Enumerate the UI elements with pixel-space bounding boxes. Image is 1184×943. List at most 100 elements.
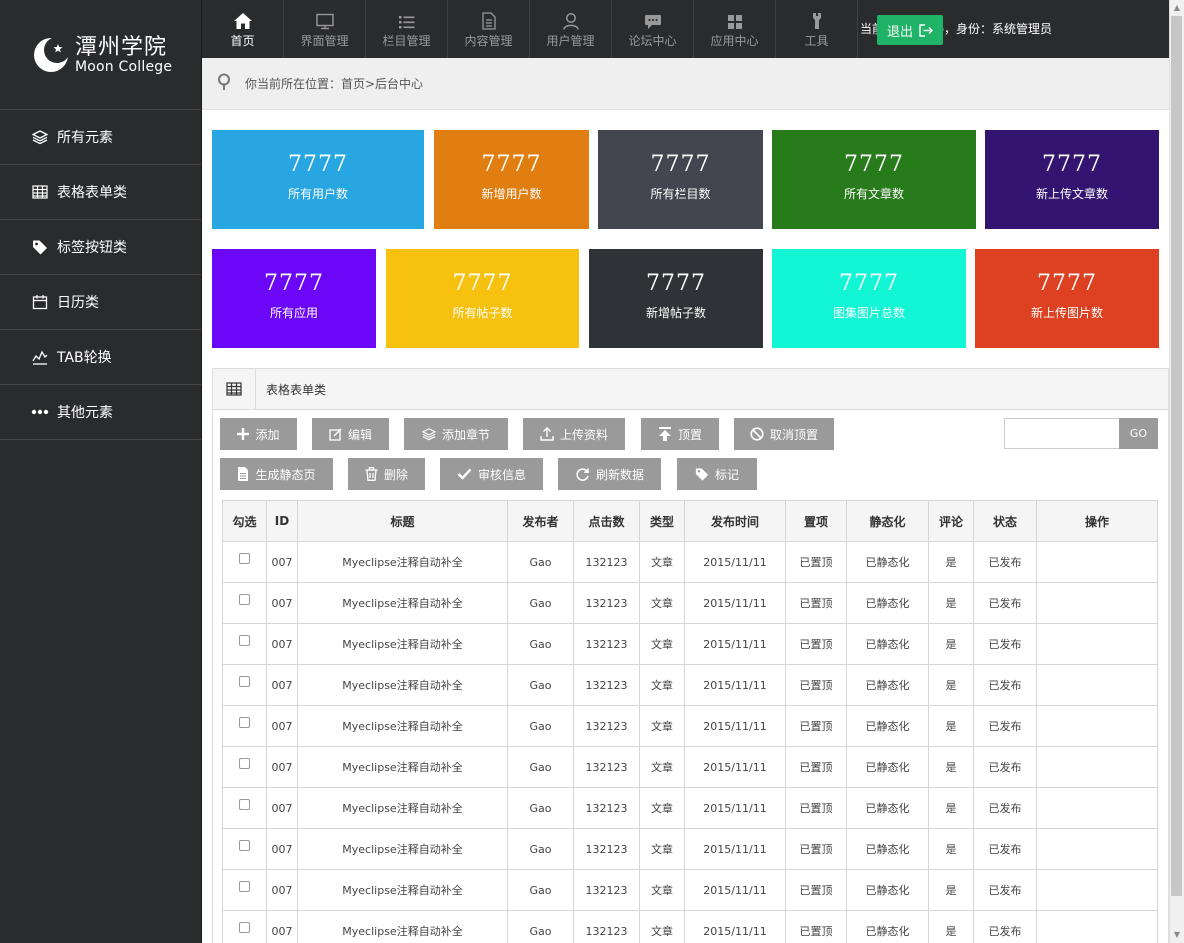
nav-tools[interactable]: 工具 <box>776 0 858 58</box>
row-checkbox[interactable] <box>239 553 250 564</box>
sidebar-item-tables-forms[interactable]: 表格表单类 <box>0 165 201 220</box>
row-checkbox[interactable] <box>239 676 250 687</box>
select-cell[interactable] <box>222 787 267 829</box>
row-checkbox[interactable] <box>239 799 250 810</box>
stat-tile[interactable]: 7777 所有应用 <box>212 249 376 348</box>
actions-cell[interactable] <box>1036 746 1158 788</box>
stat-tile[interactable]: 7777 新上传图片数 <box>975 249 1159 348</box>
select-cell[interactable] <box>222 541 267 583</box>
select-cell[interactable] <box>222 746 267 788</box>
stat-tile[interactable]: 7777 所有文章数 <box>772 130 976 229</box>
stat-tile[interactable]: 7777 所有用户数 <box>212 130 424 229</box>
stat-tile[interactable]: 7777 所有帖子数 <box>386 249 579 348</box>
edit-button[interactable]: 编辑 <box>312 418 389 450</box>
pin-top-button[interactable]: 顶置 <box>641 418 719 450</box>
table-cell: Gao <box>507 582 574 624</box>
add-button[interactable]: 添加 <box>220 418 297 450</box>
logout-button[interactable]: 退出 <box>877 15 943 45</box>
stat-tile[interactable]: 7777 所有栏目数 <box>598 130 763 229</box>
home-icon <box>233 10 253 30</box>
select-cell[interactable] <box>222 869 267 911</box>
actions-cell[interactable] <box>1036 582 1158 624</box>
table-cell: 是 <box>928 828 974 870</box>
sidebar-item-calendar[interactable]: 日历类 <box>0 275 201 330</box>
delete-button[interactable]: 删除 <box>348 458 425 490</box>
actions-cell[interactable] <box>1036 787 1158 829</box>
table-row: 007 Myeclipse注释自动补全 Gao 132123 文章 2015/11/11 已… <box>222 664 1158 706</box>
mark-button[interactable]: 标记 <box>677 458 757 490</box>
select-cell[interactable] <box>222 664 267 706</box>
table-cell: 是 <box>928 910 974 943</box>
table-cell: 已置顶 <box>785 828 847 870</box>
table-cell: 已静态化 <box>846 746 929 788</box>
table-cell: 已置顶 <box>785 910 847 943</box>
generate-static-button[interactable]: 生成静态页 <box>220 458 333 490</box>
go-button[interactable]: GO <box>1119 418 1158 449</box>
nav-home[interactable]: 首页 <box>202 0 284 58</box>
row-checkbox[interactable] <box>239 922 250 933</box>
select-cell[interactable] <box>222 828 267 870</box>
sidebar-item-tags-buttons[interactable]: 标签按钮类 <box>0 220 201 275</box>
stat-label: 所有用户数 <box>287 187 348 201</box>
stat-tile[interactable]: 7777 新增帖子数 <box>589 249 763 348</box>
nav-forum-center[interactable]: 论坛中心 <box>612 0 694 58</box>
scroll-down-arrow-icon[interactable]: ▼ <box>1172 930 1182 940</box>
select-cell[interactable] <box>222 705 267 747</box>
stat-tile[interactable]: 7777 新上传文章数 <box>985 130 1159 229</box>
actions-cell[interactable] <box>1036 705 1158 747</box>
stat-value: 7777 <box>1037 271 1097 296</box>
breadcrumb-text: 你当前所在位置：首页>后台中心 <box>245 77 424 91</box>
table-header-row: 勾选 ID 标题 发布者 点击数 类型 发布时间 置项 静态化 评论 状态 操作 <box>222 500 1158 542</box>
more-icon <box>31 403 49 421</box>
sidebar-item-label: 其他元素 <box>57 405 113 421</box>
review-button[interactable]: 审核信息 <box>440 458 543 490</box>
wrench-icon <box>809 10 825 30</box>
table-cell: 已置顶 <box>785 664 847 706</box>
nav-ui-management[interactable]: 界面管理 <box>284 0 366 58</box>
sidebar-item-all-elements[interactable]: 所有元素 <box>0 110 201 165</box>
table-cell: Myeclipse注释自动补全 <box>297 869 508 911</box>
select-cell[interactable] <box>222 910 267 943</box>
scrollbar-thumb[interactable] <box>1171 16 1182 896</box>
table-cell: 已发布 <box>973 623 1037 665</box>
search-input[interactable] <box>1004 418 1120 449</box>
actions-cell[interactable] <box>1036 623 1158 665</box>
sidebar-item-tab-rotation[interactable]: TAB轮换 <box>0 330 201 385</box>
row-checkbox[interactable] <box>239 717 250 728</box>
select-cell[interactable] <box>222 582 267 624</box>
sidebar-item-other-elements[interactable]: 其他元素 <box>0 385 201 440</box>
sidebar-item-label: 所有元素 <box>57 130 113 146</box>
table-cell: 007 <box>266 828 298 870</box>
stat-label: 新上传文章数 <box>1035 187 1108 201</box>
actions-cell[interactable] <box>1036 828 1158 870</box>
row-checkbox[interactable] <box>239 881 250 892</box>
stat-tile[interactable]: 7777 新增用户数 <box>434 130 589 229</box>
activity-icon <box>31 348 49 366</box>
column-header: 勾选 <box>222 500 267 542</box>
upload-button[interactable]: 上传资料 <box>523 418 625 450</box>
refresh-button[interactable]: 刷新数据 <box>558 458 661 490</box>
nav-user-management[interactable]: 用户管理 <box>530 0 612 58</box>
stat-tile[interactable]: 7777 图集图片总数 <box>772 249 966 348</box>
nav-column-management[interactable]: 栏目管理 <box>366 0 448 58</box>
cancel-pin-button[interactable]: 取消顶置 <box>734 418 834 450</box>
select-cell[interactable] <box>222 623 267 665</box>
actions-cell[interactable] <box>1036 869 1158 911</box>
data-table: 勾选 ID 标题 发布者 点击数 类型 发布时间 置项 静态化 评论 状态 操作… <box>222 500 1158 943</box>
row-checkbox[interactable] <box>239 594 250 605</box>
nav-content-management[interactable]: 内容管理 <box>448 0 530 58</box>
table-cell: 已静态化 <box>846 664 929 706</box>
table-cell: 文章 <box>639 623 685 665</box>
row-checkbox[interactable] <box>239 635 250 646</box>
row-checkbox[interactable] <box>239 758 250 769</box>
table-icon <box>213 368 256 410</box>
scroll-up-arrow-icon[interactable]: ▲ <box>1172 3 1182 13</box>
nav-app-center[interactable]: 应用中心 <box>694 0 776 58</box>
add-chapter-button[interactable]: 添加章节 <box>404 418 508 450</box>
actions-cell[interactable] <box>1036 541 1158 583</box>
actions-cell[interactable] <box>1036 910 1158 943</box>
table-cell: 已静态化 <box>846 705 929 747</box>
actions-cell[interactable] <box>1036 664 1158 706</box>
stat-value: 7777 <box>481 152 542 177</box>
row-checkbox[interactable] <box>239 840 250 851</box>
